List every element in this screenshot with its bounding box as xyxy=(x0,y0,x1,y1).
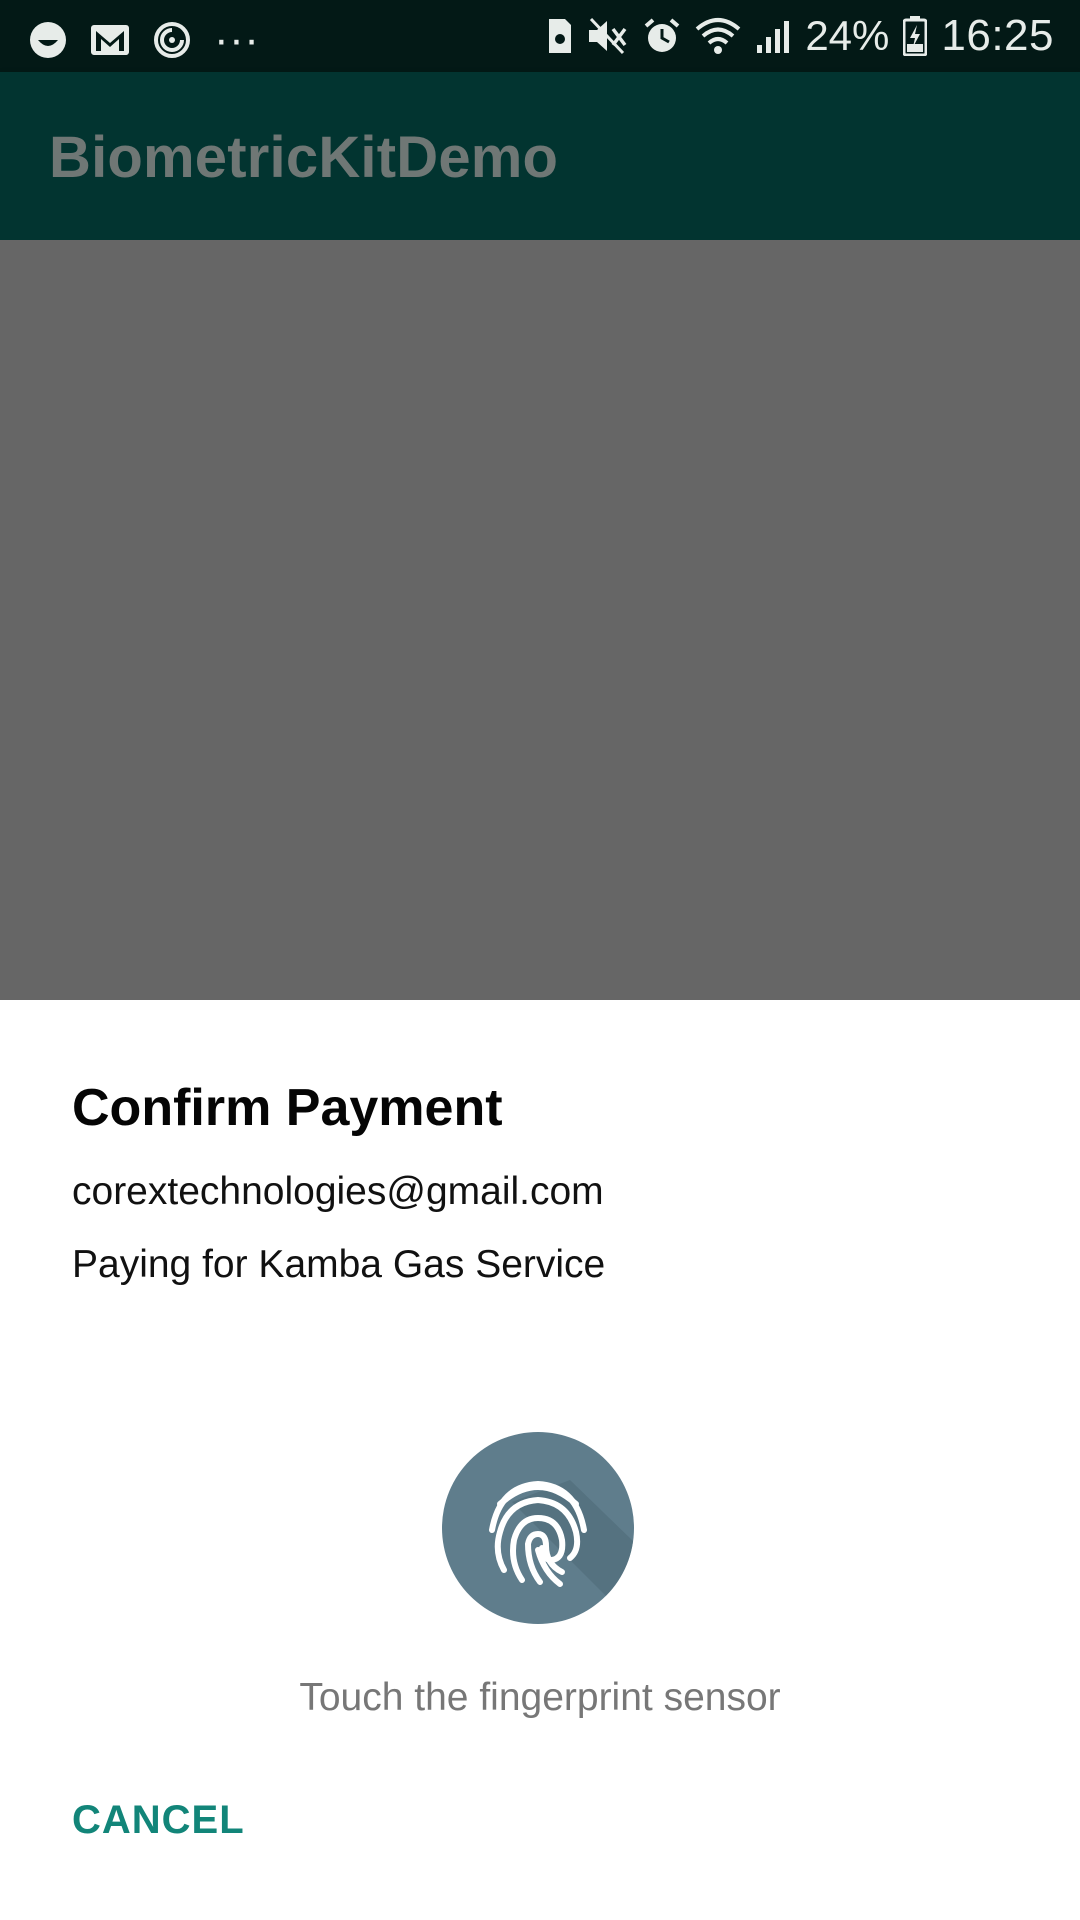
sync-icon xyxy=(152,20,192,60)
gmail-icon xyxy=(90,23,130,57)
biometric-prompt-sheet: Confirm Payment corextechnologies@gmail.… xyxy=(0,1000,1080,1920)
cancel-button[interactable]: CANCEL xyxy=(72,1798,245,1843)
sim-card-icon xyxy=(547,17,573,55)
battery-icon xyxy=(903,16,928,56)
status-bar: ··· 24% 16:25 xyxy=(0,0,1080,72)
signal-icon xyxy=(755,17,791,55)
status-bar-system: 24% 16:25 xyxy=(547,10,1054,62)
mute-icon xyxy=(587,17,629,55)
clock: 16:25 xyxy=(941,11,1054,60)
fingerprint-status-message: Touch the fingerprint sensor xyxy=(299,1676,781,1719)
app-title: BiometricKitDemo xyxy=(49,125,559,190)
fingerprint-icon xyxy=(442,1432,634,1624)
dialog-description: Paying for Kamba Gas Service xyxy=(72,1243,606,1286)
wifi-icon xyxy=(695,17,741,55)
dialog-subtitle: corextechnologies@gmail.com xyxy=(72,1170,604,1213)
alarm-icon xyxy=(643,17,681,55)
dialog-title: Confirm Payment xyxy=(72,1079,503,1137)
dialog-scrim[interactable] xyxy=(0,240,1080,1000)
smiley-notification-icon xyxy=(28,20,68,60)
app-bar: BiometricKitDemo xyxy=(0,72,1080,240)
battery-percent: 24% xyxy=(805,12,890,59)
status-bar-notifications: ··· xyxy=(28,14,259,66)
more-icon: ··· xyxy=(214,15,260,64)
